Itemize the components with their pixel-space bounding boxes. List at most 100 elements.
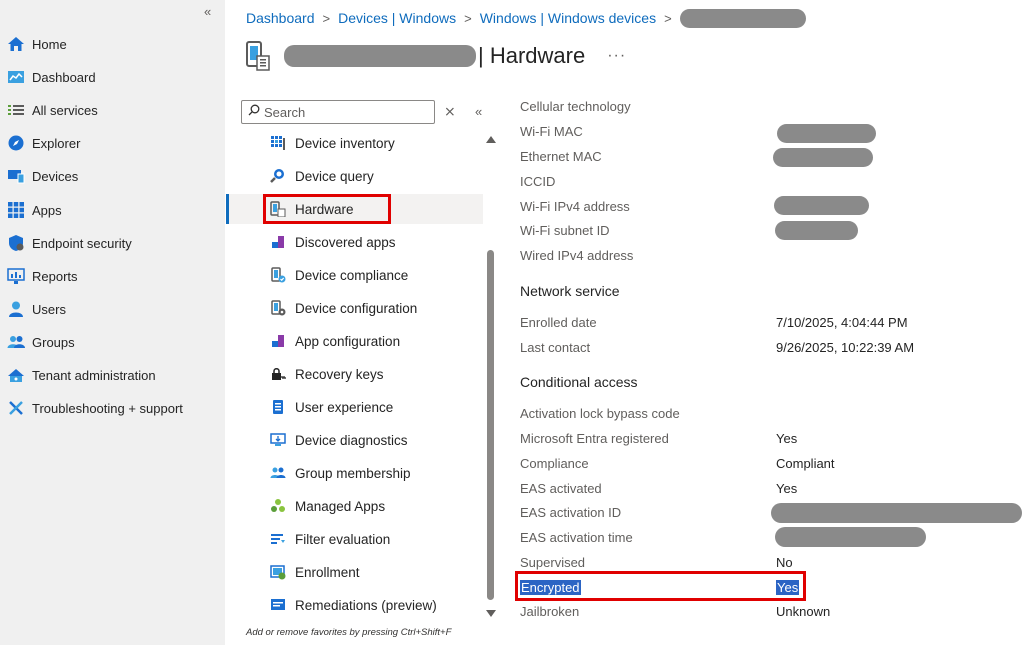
menu-item-label: Remediations (preview) bbox=[295, 597, 437, 613]
intune-hardware-page: « Home Dashboard All services Explorer D… bbox=[0, 0, 1024, 645]
discovered-apps-icon bbox=[270, 234, 286, 250]
favorites-hint: Add or remove favorites by pressing Ctrl… bbox=[246, 627, 452, 638]
devices-icon bbox=[6, 166, 26, 186]
nav-item-devices[interactable]: Devices bbox=[6, 164, 221, 188]
prop-label-ethernet-mac: Ethernet MAC bbox=[520, 149, 602, 164]
menu-item-device-configuration[interactable]: Device configuration bbox=[226, 293, 483, 323]
menu-item-label: Device diagnostics bbox=[295, 432, 408, 448]
reports-icon bbox=[6, 266, 26, 286]
key-icon bbox=[270, 366, 286, 382]
user-experience-icon bbox=[270, 399, 286, 415]
collapse-nav-button[interactable]: « bbox=[204, 4, 211, 19]
nav-item-home[interactable]: Home bbox=[6, 32, 221, 56]
menu-item-device-diagnostics[interactable]: Device diagnostics bbox=[226, 425, 483, 455]
nav-item-users[interactable]: Users bbox=[6, 297, 221, 321]
menu-item-device-inventory[interactable]: Device inventory bbox=[226, 128, 483, 158]
menu-item-label: Device inventory bbox=[295, 135, 395, 151]
nav-item-apps[interactable]: Apps bbox=[6, 198, 221, 222]
group-membership-icon bbox=[270, 465, 286, 481]
menu-item-app-configuration[interactable]: App configuration bbox=[226, 326, 483, 356]
nav-item-label: All services bbox=[32, 102, 98, 118]
menu-search-input[interactable] bbox=[264, 104, 424, 120]
scroll-up-arrow[interactable] bbox=[486, 136, 496, 143]
prop-label-enrolled-date: Enrolled date bbox=[520, 315, 597, 330]
wifi-ipv4-redacted bbox=[774, 196, 869, 215]
menu-item-label: Managed Apps bbox=[295, 498, 386, 514]
menu-item-device-compliance[interactable]: Device compliance bbox=[226, 260, 483, 290]
page-title: | Hardware bbox=[478, 43, 586, 68]
shield-icon bbox=[6, 233, 26, 253]
wifi-mac-redacted bbox=[777, 124, 876, 143]
menu-item-recovery-keys[interactable]: Recovery keys bbox=[226, 359, 483, 389]
menu-item-managed-apps[interactable]: Managed Apps bbox=[226, 491, 483, 521]
managed-apps-icon bbox=[270, 498, 286, 514]
breadcrumb-dashboard[interactable]: Dashboard bbox=[246, 10, 315, 26]
nav-item-groups[interactable]: Groups bbox=[6, 330, 221, 354]
nav-item-endpoint-security[interactable]: Endpoint security bbox=[6, 231, 221, 255]
nav-item-explorer[interactable]: Explorer bbox=[6, 131, 221, 155]
breadcrumb-windows-devices[interactable]: Windows | Windows devices bbox=[480, 10, 656, 26]
prop-label-activation-lock: Activation lock bypass code bbox=[520, 406, 680, 421]
prop-label-eas-activated: EAS activated bbox=[520, 481, 602, 496]
nav-item-label: Apps bbox=[32, 202, 62, 218]
hardware-highlight-box bbox=[263, 194, 391, 224]
menu-item-user-experience[interactable]: User experience bbox=[226, 392, 483, 422]
apps-grid-icon bbox=[6, 200, 26, 220]
device-name-redacted bbox=[284, 45, 476, 67]
prop-label-cellular-technology: Cellular technology bbox=[520, 99, 631, 114]
list-icon bbox=[6, 100, 26, 120]
nav-item-tenant-administration[interactable]: Tenant administration bbox=[6, 363, 221, 387]
menu-item-enrollment[interactable]: Enrollment bbox=[226, 557, 483, 587]
prop-value-entra-registered: Yes bbox=[776, 431, 798, 446]
breadcrumb-device-name-redacted[interactable] bbox=[679, 8, 806, 28]
menu-item-label: Enrollment bbox=[295, 564, 360, 580]
menu-item-label: Device configuration bbox=[295, 300, 418, 316]
menu-item-label: User experience bbox=[295, 399, 394, 415]
eas-activation-id-redacted bbox=[771, 503, 1022, 523]
prop-value-supervised: No bbox=[776, 555, 793, 570]
menu-item-discovered-apps[interactable]: Discovered apps bbox=[226, 227, 483, 257]
prop-value-eas-activated: Yes bbox=[776, 481, 798, 496]
app-configuration-icon bbox=[270, 333, 286, 349]
ethernet-mac-redacted bbox=[773, 148, 873, 167]
dashboard-icon bbox=[6, 67, 26, 87]
tenant-admin-icon bbox=[6, 365, 26, 385]
collapse-menu-button[interactable]: « bbox=[475, 104, 482, 119]
more-options-button[interactable]: ··· bbox=[607, 47, 626, 65]
breadcrumb-devices-windows[interactable]: Devices | Windows bbox=[338, 10, 456, 26]
enrollment-icon bbox=[270, 564, 286, 580]
left-navigation: « Home Dashboard All services Explorer D… bbox=[0, 0, 225, 645]
prop-label-wifi-subnet: Wi-Fi subnet ID bbox=[520, 223, 610, 238]
prop-label-compliance: Compliance bbox=[520, 456, 589, 471]
nav-item-label: Groups bbox=[32, 334, 75, 350]
device-configuration-icon bbox=[270, 300, 286, 316]
menu-item-group-membership[interactable]: Group membership bbox=[226, 458, 483, 488]
menu-item-device-query[interactable]: Device query bbox=[226, 161, 483, 191]
breadcrumb-separator: > bbox=[322, 10, 331, 26]
nav-item-label: Reports bbox=[32, 268, 78, 284]
nav-item-label: Explorer bbox=[32, 135, 81, 151]
nav-item-reports[interactable]: Reports bbox=[6, 264, 221, 288]
prop-value-jailbroken: Unknown bbox=[776, 604, 831, 619]
device-diagnostics-icon bbox=[270, 432, 286, 448]
breadcrumb: Dashboard > Devices | Windows > Windows … bbox=[246, 8, 806, 28]
menu-scrollbar-thumb[interactable] bbox=[487, 250, 494, 600]
prop-label-wifi-ipv4: Wi-Fi IPv4 address bbox=[520, 199, 630, 214]
nav-item-label: Users bbox=[32, 301, 66, 317]
menu-search-box[interactable] bbox=[241, 100, 435, 124]
nav-item-troubleshooting[interactable]: Troubleshooting + support bbox=[6, 396, 221, 420]
menu-item-filter-evaluation[interactable]: Filter evaluation bbox=[226, 524, 483, 554]
menu-item-label: Device query bbox=[295, 168, 374, 184]
menu-item-label: Device compliance bbox=[295, 267, 409, 283]
scroll-down-arrow[interactable] bbox=[486, 610, 496, 617]
nav-item-dashboard[interactable]: Dashboard bbox=[6, 65, 221, 89]
device-query-icon bbox=[270, 168, 286, 184]
remediations-icon bbox=[270, 597, 286, 613]
prop-value-last-contact: 9/26/2025, 10:22:39 AM bbox=[776, 340, 915, 355]
clear-search-button[interactable]: ⨯ bbox=[444, 103, 456, 120]
menu-item-remediations[interactable]: Remediations (preview) bbox=[226, 590, 483, 620]
device-compliance-icon bbox=[270, 267, 286, 283]
filter-icon bbox=[270, 531, 286, 547]
eas-activation-time-redacted bbox=[775, 527, 926, 547]
nav-item-all-services[interactable]: All services bbox=[6, 98, 221, 122]
